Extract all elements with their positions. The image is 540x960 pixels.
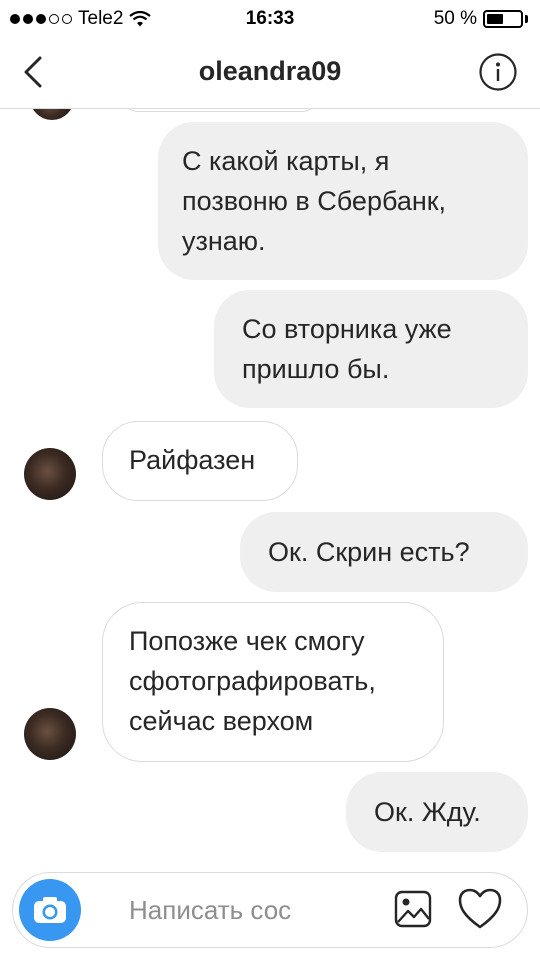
battery-group: 50 % — [434, 8, 528, 30]
message-bubble-outgoing[interactable]: Ок. Жду. — [346, 772, 528, 852]
battery-icon — [483, 10, 523, 28]
battery-tip — [525, 15, 528, 23]
contact-avatar[interactable] — [24, 448, 76, 500]
message-bubble-outgoing[interactable]: С какой карты, я позвоню в Сбербанк, узн… — [158, 122, 528, 280]
chat-header: oleandra09 — [0, 36, 540, 109]
battery-percent: 50 % — [433, 8, 477, 29]
gallery-icon[interactable] — [393, 889, 433, 929]
camera-button[interactable] — [19, 879, 81, 941]
contact-avatar[interactable] — [24, 708, 76, 760]
message-bubble-outgoing[interactable]: Со вторника уже пришло бы. — [214, 290, 528, 408]
message-input[interactable]: Написать сос — [129, 895, 329, 926]
conversation-title[interactable]: oleandra09 — [0, 56, 540, 87]
avatar-partial — [30, 108, 74, 120]
message-composer: Написать сос — [12, 872, 528, 948]
camera-icon — [34, 897, 66, 923]
heart-icon[interactable] — [457, 887, 503, 931]
message-thread[interactable]: С какой карты, я позвоню в Сбербанк, узн… — [0, 108, 540, 860]
message-bubble-outgoing[interactable]: Ок. Скрин есть? — [240, 512, 528, 592]
message-bubble-incoming[interactable]: Попозже чек смогу сфотографировать, сейч… — [102, 602, 444, 762]
info-icon[interactable] — [478, 52, 518, 92]
status-bar: Tele2 16:33 50 % — [0, 0, 540, 36]
message-bubble-incoming[interactable]: Райфазен — [102, 421, 298, 501]
